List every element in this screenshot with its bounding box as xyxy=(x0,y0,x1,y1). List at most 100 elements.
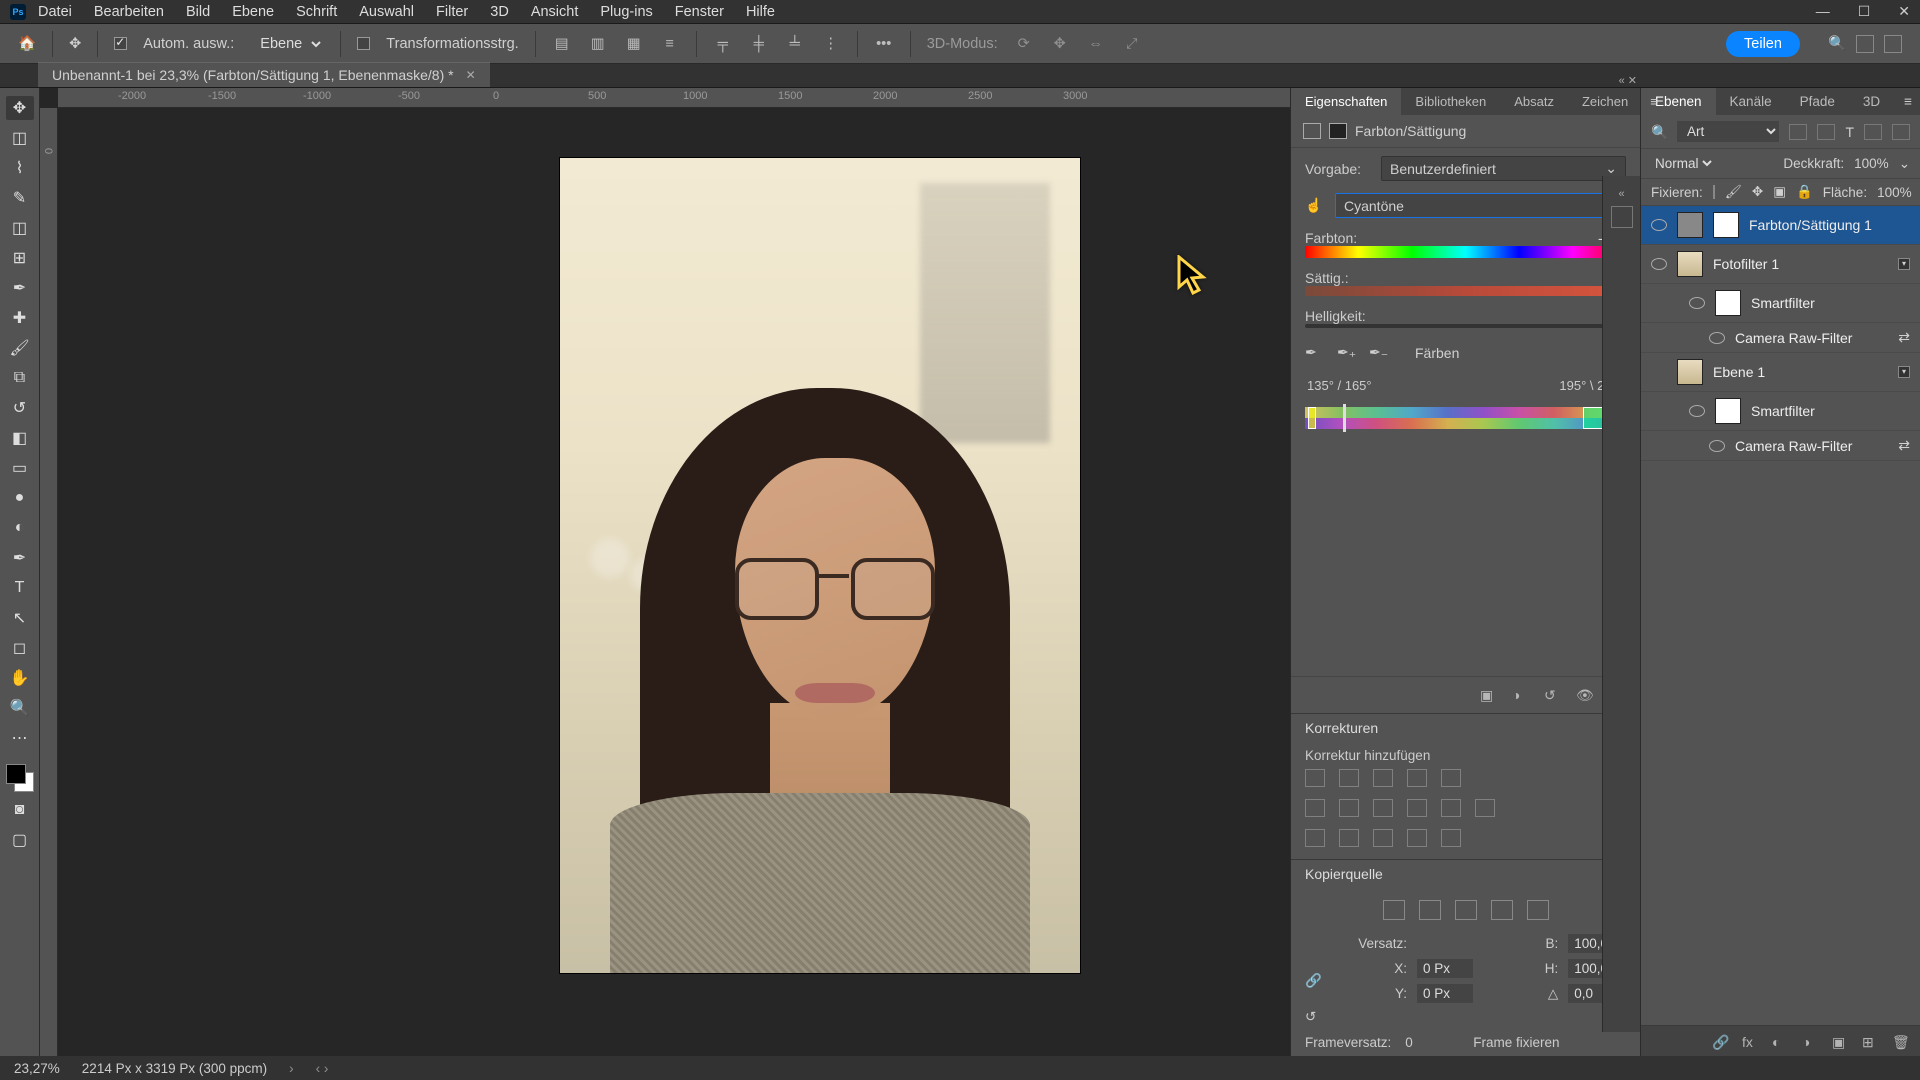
tab-pfade[interactable]: Pfade xyxy=(1786,88,1849,115)
layer-name[interactable]: Camera Raw-Filter xyxy=(1735,438,1888,454)
scrub-caret-icon[interactable]: ‹ › xyxy=(316,1061,329,1076)
align-bottom-icon[interactable]: ╧ xyxy=(785,35,805,53)
gradient-tool[interactable]: ▭ xyxy=(6,456,34,480)
previous-state-icon[interactable]: ◑ xyxy=(1512,687,1530,703)
blend-mode-dropdown[interactable]: Normal xyxy=(1651,155,1715,172)
align-top-icon[interactable]: ╤ xyxy=(713,35,733,53)
search-icon[interactable]: 🔍 xyxy=(1828,35,1846,53)
visibility-toggle[interactable] xyxy=(1689,297,1705,309)
eyedropper-icon[interactable]: ✒ xyxy=(1305,344,1323,362)
tab-kanaele[interactable]: Kanäle xyxy=(1716,88,1786,115)
workspace-icon[interactable] xyxy=(1856,35,1874,53)
frame-tool[interactable]: ⊞ xyxy=(6,246,34,270)
filter-shape-icon[interactable] xyxy=(1864,124,1882,140)
mask-thumb[interactable] xyxy=(1713,212,1739,238)
visibility-icon[interactable]: 👁 xyxy=(1576,687,1594,703)
selectivecolor-icon[interactable] xyxy=(1441,829,1461,847)
huesat-icon[interactable] xyxy=(1305,799,1325,817)
menu-3d[interactable]: 3D xyxy=(490,4,509,20)
layer-row[interactable]: Farbton/Sättigung 1 xyxy=(1641,206,1920,245)
link-wh-icon[interactable]: 🔗 xyxy=(1305,973,1322,989)
fill-value[interactable]: 100% xyxy=(1877,185,1912,200)
close-icon[interactable]: ✕ xyxy=(1898,3,1910,20)
align-center-h-icon[interactable]: ▥ xyxy=(588,35,608,53)
menu-bild[interactable]: Bild xyxy=(186,4,210,20)
reset-angle-icon[interactable]: ↺ xyxy=(1305,1009,1322,1025)
brightness-icon[interactable] xyxy=(1305,769,1325,787)
finger-icon[interactable]: ☝ xyxy=(1305,197,1325,214)
layer-name[interactable]: Camera Raw-Filter xyxy=(1735,330,1888,346)
type-tool[interactable]: T xyxy=(6,576,34,600)
vibrance-icon[interactable] xyxy=(1441,769,1461,787)
filter-smart-icon[interactable] xyxy=(1892,124,1910,140)
lock-all-icon[interactable]: 🔒 xyxy=(1796,184,1813,200)
tab-absatz[interactable]: Absatz xyxy=(1500,88,1568,115)
align-right-icon[interactable]: ▦ xyxy=(624,35,644,53)
filter-edit-icon[interactable]: ⇄ xyxy=(1898,437,1910,454)
document-info[interactable]: 2214 Px x 3319 Px (300 ppcm) xyxy=(82,1061,267,1076)
edit-toolbar[interactable]: ⋯ xyxy=(6,726,34,750)
reset-icon[interactable]: ↺ xyxy=(1544,687,1562,703)
clone-source-4[interactable] xyxy=(1491,900,1513,920)
levels-icon[interactable] xyxy=(1339,769,1359,787)
collapsed-panel-icon[interactable] xyxy=(1611,206,1633,228)
hue-slider[interactable] xyxy=(1305,246,1626,258)
align-left-icon[interactable]: ▤ xyxy=(552,35,572,53)
preset-dropdown[interactable]: Benutzerdefiniert⌄ xyxy=(1381,156,1626,181)
blur-tool[interactable]: ● xyxy=(6,486,34,510)
new-group-icon[interactable]: ▣ xyxy=(1832,1034,1848,1048)
add-adjustment-icon[interactable]: ◑ xyxy=(1802,1034,1818,1048)
path-select-tool[interactable]: ↖ xyxy=(6,606,34,630)
y-input[interactable]: 0 Px xyxy=(1417,984,1473,1003)
new-layer-icon[interactable]: ⊞ xyxy=(1862,1034,1878,1048)
threshold-icon[interactable] xyxy=(1373,829,1393,847)
canvas-area[interactable]: -2000 -1500 -1000 -500 0 500 1000 1500 2… xyxy=(40,88,1290,1056)
colorlookup-icon[interactable] xyxy=(1475,799,1495,817)
filter-type-icon[interactable]: T xyxy=(1845,124,1854,140)
lightness-slider[interactable] xyxy=(1305,324,1626,328)
lock-paint-icon[interactable]: 🖌 xyxy=(1725,184,1742,200)
channel-dropdown[interactable]: Cyantöne⌄ xyxy=(1335,193,1626,218)
transform-checkbox[interactable] xyxy=(357,37,370,50)
distribute-v-icon[interactable]: ⋮ xyxy=(821,35,841,53)
filter-mask-thumb[interactable] xyxy=(1715,290,1741,316)
menu-ebene[interactable]: Ebene xyxy=(232,4,274,20)
delete-layer-icon[interactable]: 🗑 xyxy=(1892,1034,1908,1048)
add-mask-icon[interactable]: ◐ xyxy=(1772,1034,1788,1048)
filter-edit-icon[interactable]: ⇄ xyxy=(1898,329,1910,346)
menu-schrift[interactable]: Schrift xyxy=(296,4,337,20)
photofilter-icon[interactable] xyxy=(1407,799,1427,817)
opacity-value[interactable]: 100% xyxy=(1854,156,1889,171)
filter-pixel-icon[interactable] xyxy=(1789,124,1807,140)
visibility-toggle[interactable] xyxy=(1709,332,1725,344)
link-layers-icon[interactable]: 🔗 xyxy=(1712,1034,1728,1048)
menu-ansicht[interactable]: Ansicht xyxy=(531,4,579,20)
panel-menu-icon[interactable]: ≡ xyxy=(1642,88,1666,115)
layer-row[interactable]: Camera Raw-Filter ⇄ xyxy=(1641,431,1920,461)
colorbalance-icon[interactable] xyxy=(1339,799,1359,817)
filter-mask-thumb[interactable] xyxy=(1715,398,1741,424)
color-range-strip[interactable] xyxy=(1305,407,1626,429)
arrange-icon[interactable] xyxy=(1884,35,1902,53)
move-tool-icon[interactable]: ✥ xyxy=(69,36,81,52)
clone-source-5[interactable] xyxy=(1527,900,1549,920)
eyedropper-subtract-icon[interactable]: ✒₋ xyxy=(1369,344,1387,362)
color-swatches[interactable] xyxy=(6,764,34,792)
filter-fx-icon[interactable]: ▾ xyxy=(1898,366,1910,378)
gradientmap-icon[interactable] xyxy=(1407,829,1427,847)
posterize-icon[interactable] xyxy=(1339,829,1359,847)
home-icon[interactable]: 🏠 xyxy=(18,35,36,52)
eyedropper-tool[interactable]: ✒ xyxy=(6,276,34,300)
clip-icon[interactable]: ▣ xyxy=(1480,687,1498,703)
channelmixer-icon[interactable] xyxy=(1441,799,1461,817)
tab-3d[interactable]: 3D xyxy=(1849,88,1894,115)
layer-row[interactable]: Smartfilter xyxy=(1641,284,1920,323)
auto-select-dropdown[interactable]: Ebene xyxy=(250,32,324,56)
menu-bearbeiten[interactable]: Bearbeiten xyxy=(94,4,164,20)
align-center-v-icon[interactable]: ╪ xyxy=(749,35,769,53)
share-button[interactable]: Teilen xyxy=(1726,31,1800,57)
filter-fx-icon[interactable]: ▾ xyxy=(1898,258,1910,270)
layer-name[interactable]: Fotofilter 1 xyxy=(1713,256,1888,272)
zoom-level[interactable]: 23,27% xyxy=(14,1061,60,1076)
visibility-toggle[interactable] xyxy=(1689,405,1705,417)
